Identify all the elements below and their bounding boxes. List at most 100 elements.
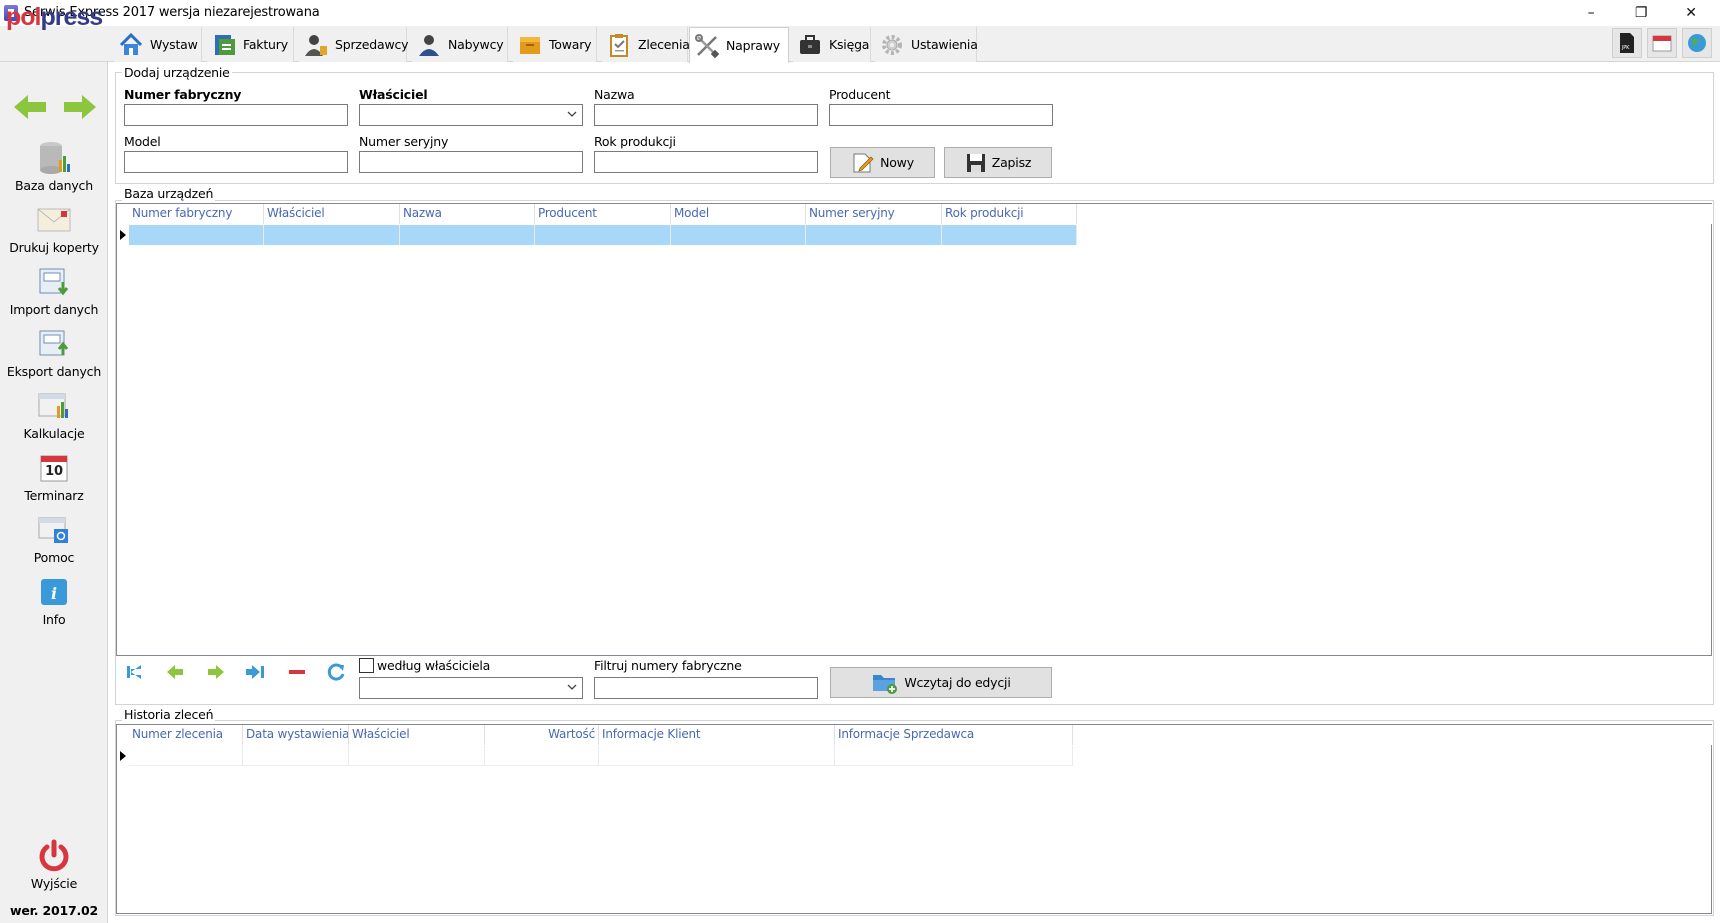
filter-serial-input[interactable]	[594, 677, 818, 699]
minimize-button[interactable]: –	[1568, 0, 1614, 26]
forward-arrow-icon[interactable]	[62, 90, 98, 124]
tab-ustawienia[interactable]: Ustawienia	[875, 27, 978, 62]
sidebar-item-eksport-danych[interactable]: Eksport danych	[0, 326, 108, 379]
producer-input[interactable]	[829, 104, 1053, 126]
serial-number-label: Numer seryjny	[359, 134, 449, 149]
column-header[interactable]: Numer zlecenia	[129, 725, 243, 745]
column-header[interactable]: Informacje Sprzedawca	[835, 725, 1073, 745]
owner-filter-select[interactable]	[359, 677, 583, 699]
sidebar-item-drukuj-koperty[interactable]: Drukuj koperty	[0, 202, 108, 255]
tab-label: Naprawy	[726, 38, 780, 53]
sidebar-item-label: Drukuj koperty	[9, 240, 99, 255]
close-button[interactable]: ✕	[1668, 0, 1714, 26]
serial-number-input[interactable]	[359, 151, 583, 173]
delete-record-icon[interactable]	[284, 659, 310, 685]
table-cell	[535, 225, 671, 245]
tab-towary[interactable]: Towary	[513, 27, 597, 62]
name-label: Nazwa	[594, 87, 635, 102]
column-header[interactable]: Model	[671, 204, 806, 224]
jpk-icon[interactable]: JPK	[1612, 28, 1642, 58]
last-record-icon[interactable]	[243, 659, 269, 685]
tab-label: Księga	[829, 37, 870, 52]
table-row[interactable]	[129, 746, 1073, 766]
column-header[interactable]: Informacje Klient	[599, 725, 835, 745]
table-cell	[129, 225, 264, 245]
goods-icon	[517, 32, 543, 58]
column-header[interactable]: Właściciel	[349, 725, 485, 745]
table-cell	[835, 746, 1073, 766]
chevron-down-icon	[566, 108, 578, 123]
name-input[interactable]	[594, 104, 818, 126]
sidebar-item-label: Kalkulacje	[23, 426, 85, 441]
sidebar-item-import-danych[interactable]: Import danych	[0, 264, 108, 317]
column-header[interactable]: Nazwa	[400, 204, 535, 224]
title-bar: Serwis Express 2017 wersja niezarejestro…	[0, 0, 1720, 26]
sidebar-item-label: Info	[42, 612, 66, 627]
tab-label: Wystaw	[150, 37, 198, 52]
gear-icon	[879, 32, 905, 58]
load-for-edit-button[interactable]: Wczytaj do edycji	[830, 667, 1052, 698]
svg-text:JPK: JPK	[1621, 45, 1630, 51]
table-cell	[671, 225, 806, 245]
filter-serial-label: Filtruj numery fabryczne	[594, 658, 742, 673]
column-header[interactable]: Numer seryjny	[806, 204, 942, 224]
row-indicator-icon	[117, 746, 129, 766]
back-arrow-icon[interactable]	[12, 90, 48, 124]
version-label: wer. 2017.02	[9, 903, 99, 918]
new-button[interactable]: Nowy	[830, 147, 935, 178]
column-header[interactable]: Data wystawienia	[243, 725, 349, 745]
production-year-input[interactable]	[594, 151, 818, 173]
envelope-icon	[36, 202, 72, 238]
import-icon	[36, 264, 72, 300]
folder-add-icon	[871, 671, 899, 695]
serial-factory-input[interactable]	[124, 104, 348, 126]
filter-by-owner-checkbox[interactable]	[359, 658, 374, 673]
restore-button[interactable]: ❐	[1618, 0, 1664, 26]
column-header[interactable]: Producent	[535, 204, 671, 224]
globe-icon[interactable]	[1682, 28, 1712, 58]
production-year-label: Rok produkcji	[594, 134, 676, 149]
sidebar-item-pomoc[interactable]: Pomoc	[0, 512, 108, 565]
tab-label: Zlecenia	[638, 37, 690, 52]
sidebar-item-info[interactable]: i Info	[0, 574, 108, 627]
briefcase-icon	[797, 32, 823, 58]
tab-nabywcy[interactable]: Nabywcy	[412, 27, 508, 62]
previous-record-icon[interactable]	[162, 659, 188, 685]
owner-select[interactable]	[359, 104, 583, 126]
table-row[interactable]	[129, 225, 1077, 245]
tab-naprawy[interactable]: Naprawy	[689, 27, 789, 63]
tab-sprzedawcy[interactable]: Sprzedawcy	[299, 27, 409, 62]
tab-ksiega[interactable]: Księga	[793, 27, 871, 62]
sidebar-item-label: Baza danych	[15, 178, 93, 193]
order-history-table[interactable]: Numer zlecenia Data wystawienia Właścici…	[116, 724, 1713, 914]
order-history-header: Numer zlecenia Data wystawienia Właścici…	[117, 725, 1713, 745]
calendar-icon[interactable]	[1647, 28, 1677, 58]
tab-wystaw[interactable]: Wystaw	[114, 27, 202, 62]
exit-button[interactable]: Wyjście	[0, 838, 108, 891]
tab-faktury[interactable]: Faktury	[207, 27, 294, 62]
polpress-logo: polpress	[6, 3, 103, 31]
sidebar-item-baza-danych[interactable]: Baza danych	[0, 140, 108, 193]
column-header[interactable]: Rok produkcji	[942, 204, 1077, 224]
refresh-icon[interactable]	[324, 659, 350, 685]
sidebar-item-label: Eksport danych	[6, 364, 102, 379]
sidebar-item-label: Pomoc	[33, 550, 75, 565]
first-record-icon[interactable]	[122, 659, 148, 685]
model-input[interactable]	[124, 151, 348, 173]
load-for-edit-label: Wczytaj do edycji	[904, 675, 1011, 690]
svg-text:i: i	[51, 584, 57, 603]
tab-zlecenia[interactable]: Zlecenia	[602, 27, 690, 62]
sidebar-item-terminarz[interactable]: 10 Terminarz	[0, 450, 108, 503]
owner-label: Właściciel	[359, 87, 428, 102]
filter-by-owner-label: według właściciela	[377, 658, 491, 673]
device-table[interactable]: Numer fabryczny Właściciel Nazwa Produce…	[116, 203, 1713, 656]
column-header[interactable]: Wartość	[485, 725, 599, 745]
sidebar-item-kalkulacje[interactable]: Kalkulacje	[0, 388, 108, 441]
new-button-label: Nowy	[880, 155, 914, 170]
tab-label: Sprzedawcy	[335, 37, 409, 52]
column-header[interactable]: Właściciel	[264, 204, 400, 224]
column-header[interactable]: Numer fabryczny	[129, 204, 264, 224]
save-button[interactable]: Zapisz	[944, 147, 1052, 178]
table-cell	[264, 225, 400, 245]
next-record-icon[interactable]	[203, 659, 229, 685]
